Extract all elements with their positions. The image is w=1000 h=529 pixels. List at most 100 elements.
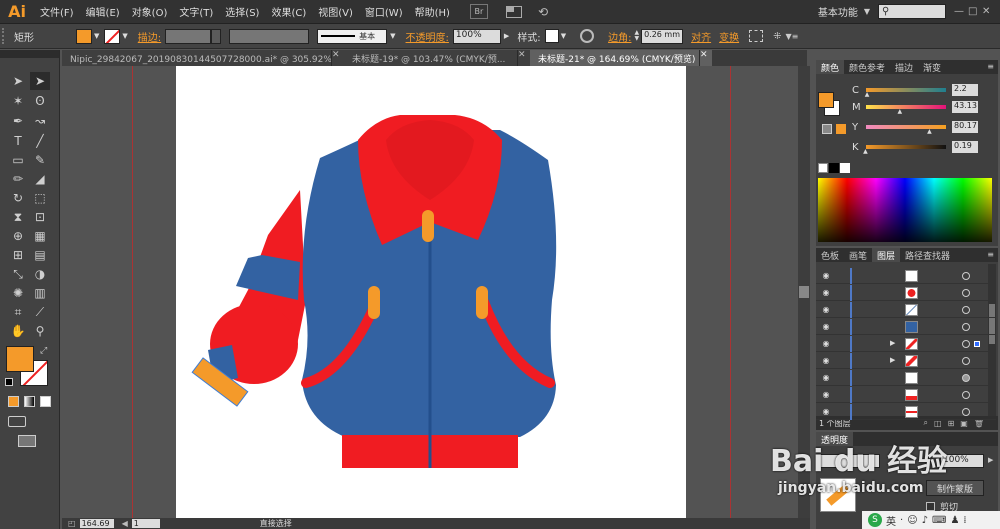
target-circle-icon[interactable] [962, 323, 970, 331]
target-circle-icon[interactable] [962, 408, 970, 416]
scrollbar-thumb[interactable] [799, 286, 809, 298]
channel-value[interactable]: 43.13 [952, 101, 978, 113]
slider-track[interactable]: ▲ [863, 145, 946, 155]
pen-tool-icon[interactable]: ✒ [8, 112, 28, 130]
close-button[interactable]: ✕ [982, 6, 996, 17]
left-pocket-tab[interactable] [368, 286, 380, 319]
close-tab-icon[interactable]: ✕ [700, 50, 712, 66]
workspace-switcher[interactable]: 基本功能 [812, 4, 864, 19]
close-tab-icon[interactable]: ✕ [332, 50, 344, 66]
lasso-icon[interactable]: ʘ [30, 92, 50, 110]
tab-color[interactable]: 颜色 [816, 60, 845, 74]
slider-track[interactable]: ▲ [865, 88, 946, 98]
document-tab[interactable]: 未标题-19* @ 103.47% (CMYK/预... [344, 50, 518, 66]
slider-row-c[interactable]: C ▲ 2.2 [852, 84, 978, 98]
variable-width-profile[interactable] [229, 28, 310, 44]
white-swatch[interactable] [840, 163, 850, 173]
color-mode-button[interactable] [8, 396, 19, 407]
emoji-icon[interactable]: ☺ [907, 515, 917, 526]
brush-definition[interactable]: 基本 [317, 28, 388, 44]
transparency-opacity-input[interactable]: 100% [940, 454, 984, 468]
close-tab-icon[interactable]: ✕ [518, 50, 530, 66]
style-dropdown-icon[interactable]: ▼ [561, 32, 566, 40]
width-tool-icon[interactable]: ⧗ [8, 208, 28, 226]
layer-row[interactable]: ◉ [816, 268, 996, 284]
channel-value[interactable]: 80.17 [952, 121, 978, 133]
target-circle-icon[interactable] [962, 306, 970, 314]
stroke-swatch[interactable] [104, 28, 121, 44]
drawing-mode-icon[interactable] [8, 416, 26, 427]
jacket-artwork[interactable] [62, 66, 798, 518]
screen-mode-icon[interactable] [18, 435, 36, 447]
menu-help[interactable]: 帮助(H) [409, 4, 456, 19]
target-circle-icon[interactable] [962, 391, 970, 399]
tab-transparency[interactable]: 透明度 [816, 432, 854, 446]
expand-arrow-icon[interactable]: ▶ [890, 339, 895, 347]
corner-stepper-icon[interactable]: ▲ ▼ [634, 30, 639, 42]
zipper-pull[interactable] [422, 210, 434, 242]
visibility-eye-icon[interactable]: ◉ [820, 356, 832, 365]
layer-row[interactable]: ◉ ▶ [816, 336, 996, 352]
panel-menu-icon[interactable]: ▼≡ [785, 32, 798, 41]
bridge-button[interactable]: Br [469, 4, 488, 19]
corner-radius-input[interactable]: 0.26 mm [641, 28, 684, 44]
color-spectrum[interactable] [818, 178, 992, 242]
layer-row[interactable]: ◉ [816, 404, 996, 420]
eyedropper-icon[interactable]: ⤡ [8, 265, 28, 283]
visibility-eye-icon[interactable]: ◉ [820, 271, 832, 280]
artboard-nav-prev-icon[interactable]: ◀ [122, 519, 128, 528]
visibility-eye-icon[interactable]: ◉ [820, 288, 832, 297]
target-circle-icon[interactable] [962, 289, 970, 297]
ime-icon[interactable]: S [868, 513, 882, 527]
mesh-tool-icon[interactable]: ⊞ [8, 246, 28, 264]
tab-stroke[interactable]: 描边 [890, 60, 918, 74]
tab-color-guide[interactable]: 颜色参考 [844, 60, 890, 74]
free-transform-icon[interactable]: ⊡ [30, 208, 50, 226]
menu-view[interactable]: 视图(V) [312, 4, 359, 19]
target-circle-icon[interactable] [962, 272, 970, 280]
slider-knob[interactable]: ▲ [865, 91, 870, 98]
slider-track[interactable]: ▲ [866, 105, 946, 115]
rectangle-tool-icon[interactable]: ▭ [8, 151, 28, 169]
target-circle-icon[interactable] [962, 374, 970, 382]
slider-row-y[interactable]: Y ▲ 80.17 [852, 121, 978, 135]
panel-fill-swatch[interactable] [818, 92, 834, 108]
recolor-icon[interactable] [580, 29, 595, 43]
visibility-eye-icon[interactable]: ◉ [820, 339, 832, 348]
gradient-tool-icon[interactable]: ▤ [30, 246, 50, 264]
black-swatch[interactable] [829, 163, 839, 173]
visibility-eye-icon[interactable]: ◉ [820, 305, 832, 314]
direct-selection-tool-icon[interactable]: ➤ [30, 72, 50, 90]
selection-indicator[interactable] [974, 341, 980, 347]
corner-label[interactable]: 边角: [608, 29, 631, 44]
make-mask-button[interactable]: 制作蒙版 [926, 480, 984, 496]
transform-link[interactable]: 变换 [719, 29, 739, 44]
layer-row[interactable]: ◉ [816, 319, 996, 335]
isolate-icon[interactable] [749, 30, 764, 42]
opacity-label[interactable]: 不透明度: [406, 29, 449, 44]
menu-window[interactable]: 窗口(W) [359, 4, 409, 19]
opacity-input[interactable]: 100% [452, 28, 501, 44]
tab-gradient[interactable]: 渐变 [918, 60, 946, 74]
fill-color-box[interactable] [6, 346, 34, 372]
menu-edit[interactable]: 编辑(E) [80, 4, 126, 19]
slider-knob[interactable]: ▲ [898, 108, 903, 115]
gradient-mode-button[interactable] [24, 396, 35, 407]
keyboard-icon[interactable]: ⌨ [932, 515, 946, 526]
document-tab[interactable]: Nipic_29842067_20190830144507728000.ai* … [62, 50, 332, 66]
opacity-dropdown-icon[interactable]: ▶ [988, 456, 993, 464]
out-of-gamut-icon[interactable] [822, 124, 832, 134]
shape-builder-icon[interactable]: ⊕ [8, 227, 28, 245]
microphone-icon[interactable]: ♪ [922, 515, 928, 526]
artboard-number-field[interactable]: 1 [131, 519, 160, 528]
search-input[interactable]: ⚲ [878, 4, 946, 19]
visibility-eye-icon[interactable]: ◉ [820, 373, 832, 382]
zoom-level-field[interactable]: 164.69 [79, 519, 114, 528]
expand-arrow-icon[interactable]: ▶ [890, 356, 895, 364]
perspective-grid-icon[interactable]: ▦ [30, 227, 50, 245]
right-pocket-tab[interactable] [476, 286, 488, 319]
arrange-documents-icon[interactable] [505, 5, 522, 18]
none-mode-button[interactable] [40, 396, 51, 407]
punctuation-icon[interactable]: · [900, 515, 903, 526]
tab-swatches[interactable]: 色板 [816, 248, 844, 262]
